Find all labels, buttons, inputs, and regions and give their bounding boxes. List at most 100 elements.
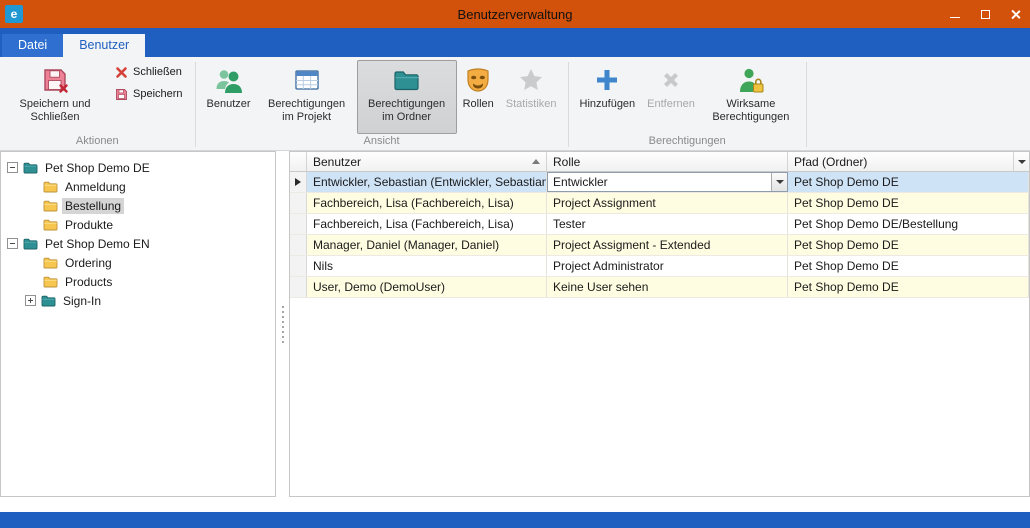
tree-item-anmeldung[interactable]: Anmeldung <box>1 177 275 196</box>
cell-pfad: Pet Shop Demo DE <box>788 235 1029 255</box>
folder-tree-panel: Pet Shop Demo DE Anmeldung Bestellung Pr… <box>0 151 276 497</box>
tree-item-sign-in[interactable]: Sign-In <box>1 291 275 310</box>
save-and-close-label: Speichern und Schließen <box>11 98 99 124</box>
table-row[interactable]: Entwickler, Sebastian (Entwickler, Sebas… <box>290 172 1029 193</box>
benutzer-view-button[interactable]: Benutzer <box>201 60 257 134</box>
permissions-in-folder-label: Berechtigungen im Ordner <box>363 98 451 124</box>
tree-item-label: Ordering <box>62 255 115 271</box>
table-row[interactable]: Nils Project Administrator Pet Shop Demo… <box>290 256 1029 277</box>
teal-folder-icon <box>23 237 38 250</box>
ribbon-group-berechtigungen: Hinzufügen Entfernen <box>569 58 806 150</box>
effective-permissions-button[interactable]: Wirksame Berechtigungen <box>701 60 801 134</box>
plus-icon <box>594 65 620 95</box>
tree-item-produkte[interactable]: Produkte <box>1 215 275 234</box>
permissions-grid: Benutzer Rolle Pfad (Ordner) Entwickler,… <box>289 151 1030 497</box>
close-button[interactable] <box>1000 0 1030 28</box>
table-row[interactable]: Fachbereich, Lisa (Fachbereich, Lisa) Te… <box>290 214 1029 235</box>
window-controls <box>940 0 1030 28</box>
cell-benutzer: Entwickler, Sebastian (Entwickler, Sebas… <box>307 172 547 192</box>
tree-item-bestellung[interactable]: Bestellung <box>1 196 275 215</box>
status-bar <box>0 512 1030 528</box>
cell-benutzer: User, Demo (DemoUser) <box>307 277 547 297</box>
effective-permissions-label: Wirksame Berechtigungen <box>707 98 795 124</box>
panel-splitter[interactable] <box>276 151 289 497</box>
grid-empty-area <box>290 298 1029 496</box>
close-document-button[interactable]: Schließen <box>109 63 187 81</box>
yellow-folder-icon <box>43 256 58 269</box>
permissions-in-project-button[interactable]: Berechtigungen im Projekt <box>257 60 357 134</box>
cell-rolle: Project Administrator <box>547 256 788 276</box>
group-caption-aktionen: Aktionen <box>0 134 195 150</box>
add-permission-button[interactable]: Hinzufügen <box>574 60 642 134</box>
cell-benutzer: Fachbereich, Lisa (Fachbereich, Lisa) <box>307 193 547 213</box>
save-button[interactable]: Speichern <box>109 85 188 103</box>
table-row[interactable]: User, Demo (DemoUser) Keine User sehen P… <box>290 277 1029 298</box>
tree-item-label: Pet Shop Demo DE <box>42 160 153 176</box>
statistiken-button: Statistiken <box>500 60 563 134</box>
combobox-value: Entwickler <box>548 173 771 191</box>
row-indicator-cell <box>290 172 307 192</box>
tree-item-label: Produkte <box>62 217 116 233</box>
star-icon <box>517 65 545 95</box>
tree-item-label: Products <box>62 274 115 290</box>
permissions-in-project-label: Berechtigungen im Projekt <box>263 98 351 124</box>
save-and-close-button[interactable]: Speichern und Schließen <box>5 60 105 134</box>
save-and-close-icon <box>41 65 69 95</box>
column-header-label: Pfad (Ordner) <box>794 155 867 169</box>
rollen-button[interactable]: Rollen <box>457 60 500 134</box>
row-indicator-header <box>290 152 307 171</box>
splitter-grip-icon <box>282 306 284 343</box>
row-indicator-cell <box>290 277 307 297</box>
row-indicator-cell <box>290 193 307 213</box>
permissions-in-folder-button[interactable]: Berechtigungen im Ordner <box>357 60 457 134</box>
cell-benutzer: Manager, Daniel (Manager, Daniel) <box>307 235 547 255</box>
cell-pfad: Pet Shop Demo DE <box>788 256 1029 276</box>
column-menu-button[interactable] <box>1014 152 1029 171</box>
maximize-icon <box>981 10 990 19</box>
current-row-indicator-icon <box>295 178 301 186</box>
tab-benutzer[interactable]: Benutzer <box>63 34 145 57</box>
collapse-icon[interactable] <box>7 162 18 173</box>
cell-pfad: Pet Shop Demo DE/Bestellung <box>788 214 1029 234</box>
ribbon-group-ansicht: Benutzer Berechtigungen im Projekt <box>196 58 568 150</box>
app-icon: e <box>5 5 23 23</box>
rolle-combobox[interactable]: Entwickler <box>547 172 788 192</box>
tab-datei[interactable]: Datei <box>2 34 63 57</box>
title-bar: e Benutzerverwaltung <box>0 0 1030 28</box>
minimize-icon <box>950 17 960 18</box>
ribbon: Speichern und Schließen Schließen <box>0 57 1030 151</box>
cell-rolle: Keine User sehen <box>547 277 788 297</box>
row-indicator-cell <box>290 256 307 276</box>
users-icon <box>214 65 244 95</box>
maximize-button[interactable] <box>970 0 1000 28</box>
yellow-folder-icon <box>43 275 58 288</box>
tree-item-label: Anmeldung <box>62 179 129 195</box>
ribbon-group-aktionen: Speichern und Schließen Schließen <box>0 58 195 150</box>
ribbon-group-separator <box>806 62 807 147</box>
tree-item-label: Pet Shop Demo EN <box>42 236 153 252</box>
chevron-down-icon <box>1018 160 1026 164</box>
column-header-label: Rolle <box>553 155 580 169</box>
cell-rolle: Project Assigment - Extended <box>547 235 788 255</box>
tree-item-pet-shop-demo-de[interactable]: Pet Shop Demo DE <box>1 158 275 177</box>
collapse-icon[interactable] <box>7 238 18 249</box>
cell-pfad: Pet Shop Demo DE <box>788 172 1029 192</box>
minimize-button[interactable] <box>940 0 970 28</box>
cell-pfad: Pet Shop Demo DE <box>788 193 1029 213</box>
save-label: Speichern <box>133 88 183 100</box>
table-row[interactable]: Fachbereich, Lisa (Fachbereich, Lisa) Pr… <box>290 193 1029 214</box>
table-row[interactable]: Manager, Daniel (Manager, Daniel) Projec… <box>290 235 1029 256</box>
cell-benutzer: Fachbereich, Lisa (Fachbereich, Lisa) <box>307 214 547 234</box>
tree-item-products[interactable]: Products <box>1 272 275 291</box>
column-header-pfad[interactable]: Pfad (Ordner) <box>788 152 1014 171</box>
tree-item-pet-shop-demo-en[interactable]: Pet Shop Demo EN <box>1 234 275 253</box>
statistiken-label: Statistiken <box>506 98 557 111</box>
yellow-folder-icon <box>43 218 58 231</box>
close-red-icon <box>114 65 128 79</box>
save-icon <box>114 87 128 101</box>
tree-item-ordering[interactable]: Ordering <box>1 253 275 272</box>
column-header-rolle[interactable]: Rolle <box>547 152 788 171</box>
dropdown-button[interactable] <box>771 173 787 191</box>
column-header-benutzer[interactable]: Benutzer <box>307 152 547 171</box>
expand-icon[interactable] <box>25 295 36 306</box>
